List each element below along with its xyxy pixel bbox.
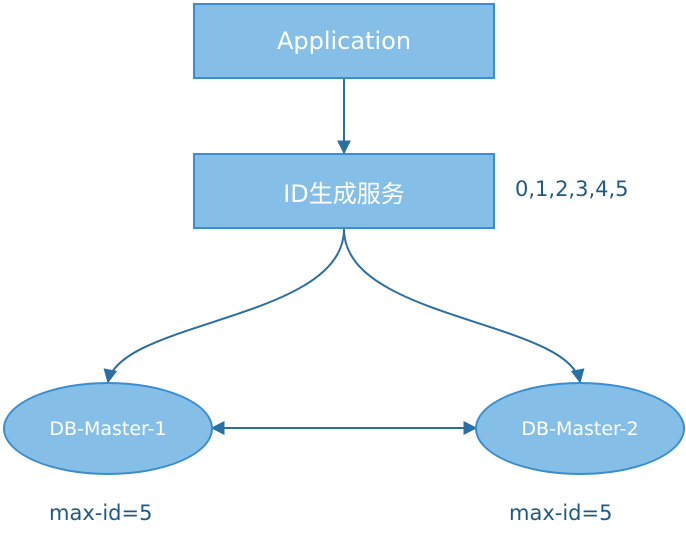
id-service-node: ID生成服务 <box>193 153 495 229</box>
db-master-2-node: DB-Master-2 <box>475 382 685 475</box>
application-node: Application <box>193 3 495 79</box>
edge-id-service-to-db-master-1 <box>103 228 345 384</box>
db-master-2-node-label: DB-Master-2 <box>521 417 639 440</box>
max-id-label-2: max-id=5 <box>509 501 613 525</box>
id-sequence-label: 0,1,2,3,4,5 <box>515 177 629 201</box>
application-node-label: Application <box>276 27 412 55</box>
edge-id-service-to-db-master-2 <box>343 228 585 384</box>
architecture-diagram: Application ID生成服务 0,1,2,3,4,5 DB-Master… <box>0 0 686 552</box>
id-service-node-label: ID生成服务 <box>283 179 405 208</box>
max-id-label-1: max-id=5 <box>49 501 153 525</box>
db-master-1-node: DB-Master-1 <box>3 382 213 475</box>
db-master-1-node-label: DB-Master-1 <box>49 417 167 440</box>
